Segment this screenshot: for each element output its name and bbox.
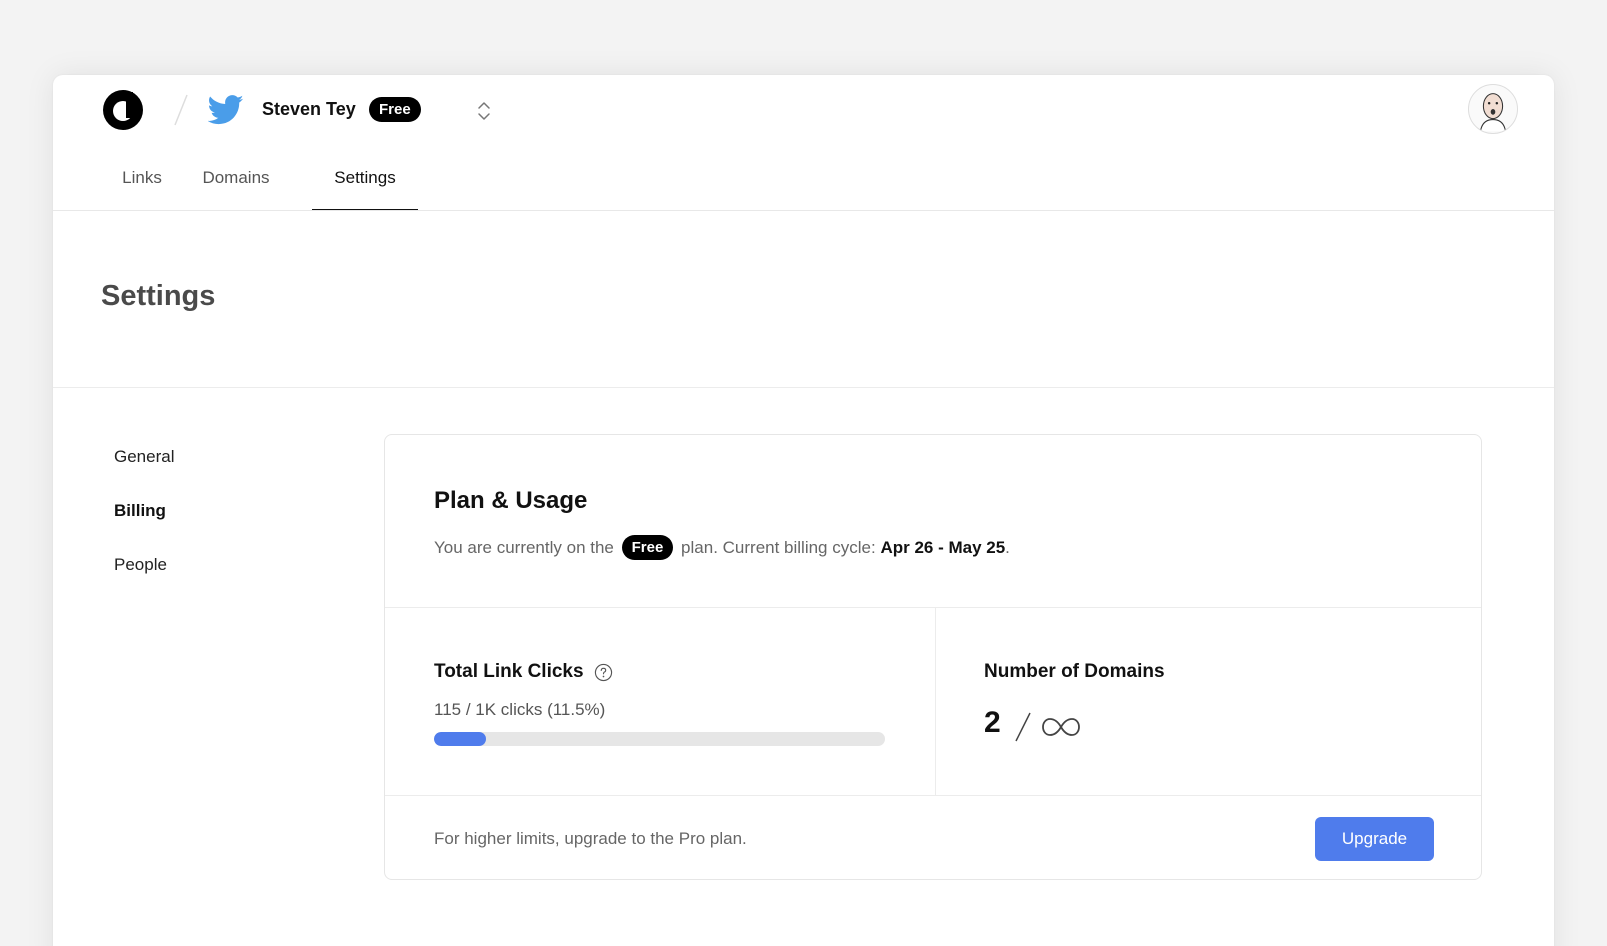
upgrade-button[interactable]: Upgrade	[1315, 817, 1434, 861]
total-link-clicks-heading: Total Link Clicks	[434, 661, 613, 683]
top-bar: Steven Tey Free	[53, 75, 1554, 150]
upgrade-hint-text: For higher limits, upgrade to the Pro pl…	[434, 829, 747, 848]
header-divider	[53, 210, 1554, 211]
infinity-icon	[1042, 718, 1080, 736]
plan-text-middle: plan. Current billing cycle:	[681, 538, 876, 557]
plan-usage-card: Plan & Usage You are currently on the Fr…	[384, 434, 1482, 880]
sidebar-item-general[interactable]: General	[114, 447, 174, 501]
main-tabs: Links Domains Settings	[102, 150, 418, 211]
settings-sidebar: General Billing People	[114, 447, 174, 609]
tab-settings[interactable]: Settings	[312, 150, 418, 211]
plan-description: You are currently on the Free plan. Curr…	[434, 535, 1010, 560]
card-divider-middle	[935, 607, 936, 795]
sidebar-item-billing[interactable]: Billing	[114, 501, 174, 555]
title-divider	[53, 387, 1554, 388]
brand-logo-icon[interactable]	[103, 90, 143, 130]
tab-domains[interactable]: Domains	[182, 150, 290, 210]
clicks-progress-bar	[434, 732, 885, 746]
plan-text-suffix: .	[1005, 538, 1010, 557]
number-of-domains-title: Number of Domains	[984, 661, 1165, 682]
domains-slash-icon	[1015, 712, 1031, 742]
twitter-bird-icon	[208, 95, 244, 125]
plan-badge: Free	[369, 97, 421, 122]
domains-count: 2	[984, 706, 1001, 739]
avatar-face-icon	[1479, 93, 1507, 132]
total-link-clicks-title: Total Link Clicks	[434, 661, 584, 682]
app-window: Steven Tey Free Links Domains Settings S…	[53, 75, 1554, 946]
chevron-up-down-icon[interactable]	[476, 99, 492, 123]
plan-text-prefix: You are currently on the	[434, 538, 614, 557]
breadcrumb-separator-icon	[174, 94, 188, 126]
tab-links[interactable]: Links	[102, 150, 182, 210]
tab-settings-label: Settings	[334, 168, 396, 187]
current-plan-badge: Free	[621, 535, 674, 560]
user-avatar[interactable]	[1468, 84, 1518, 134]
card-title: Plan & Usage	[434, 487, 588, 514]
card-divider-top	[385, 607, 1481, 608]
help-circle-icon[interactable]	[594, 663, 613, 682]
clicks-usage-text: 115 / 1K clicks (11.5%)	[434, 700, 606, 719]
clicks-progress-fill	[434, 732, 486, 746]
tab-links-label: Links	[122, 168, 162, 187]
account-name: Steven Tey	[262, 99, 356, 119]
page-title: Settings	[101, 280, 216, 312]
sidebar-item-people[interactable]: People	[114, 555, 174, 609]
tab-domains-label: Domains	[202, 168, 270, 187]
billing-cycle: Apr 26 - May 25	[880, 538, 1006, 557]
card-divider-bottom	[385, 795, 1481, 796]
